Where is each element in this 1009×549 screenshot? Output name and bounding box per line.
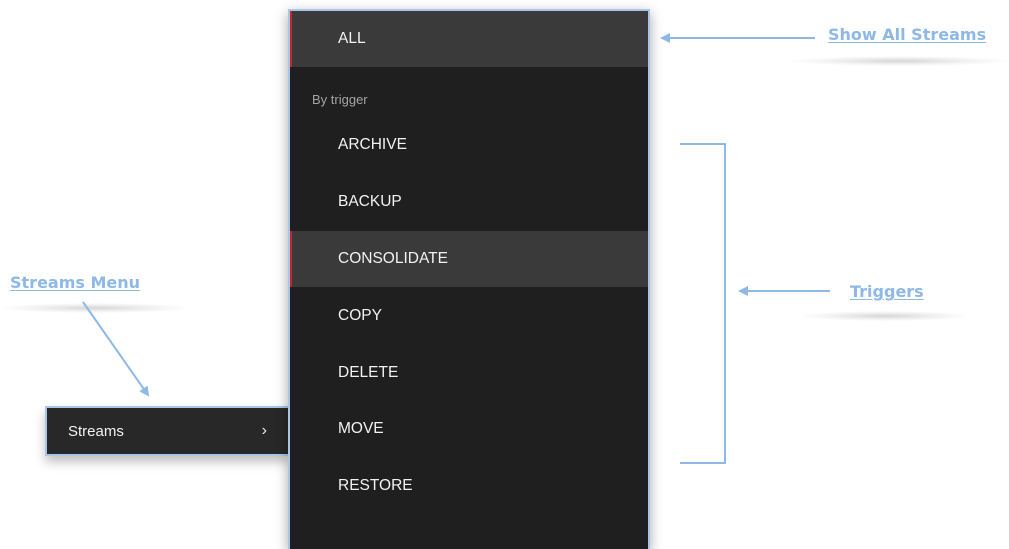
stream-item-label: ALL — [338, 30, 366, 47]
trigger-item-label: DELETE — [338, 364, 399, 381]
trigger-item-delete[interactable]: DELETE — [290, 345, 648, 401]
section-heading-by-trigger: By trigger — [312, 92, 368, 107]
bracket-triggers — [680, 143, 726, 464]
trigger-item-label: RESTORE — [338, 477, 413, 494]
trigger-item-restore[interactable]: RESTORE — [290, 458, 648, 514]
trigger-item-label: MOVE — [338, 420, 384, 437]
annotation-streams-menu: Streams Menu — [10, 273, 141, 292]
annotation-shadow — [790, 56, 1009, 66]
chevron-right-icon: › — [261, 422, 267, 439]
trigger-item-backup[interactable]: BACKUP — [290, 174, 648, 230]
trigger-item-label: COPY — [338, 307, 382, 324]
annotation-shadow — [800, 311, 970, 321]
trigger-item-label: ARCHIVE — [338, 136, 407, 153]
streams-dropdown-panel: ALL By trigger ARCHIVE BACKUP CONSOLIDAT… — [288, 9, 650, 549]
trigger-item-copy[interactable]: COPY — [290, 288, 648, 344]
trigger-item-label: CONSOLIDATE — [338, 250, 448, 267]
trigger-item-label: BACKUP — [338, 193, 402, 210]
annotation-show-all-streams: Show All Streams — [828, 25, 987, 44]
trigger-item-archive[interactable]: ARCHIVE — [290, 117, 648, 173]
trigger-item-consolidate[interactable]: CONSOLIDATE — [290, 231, 648, 287]
stream-item-all[interactable]: ALL — [290, 11, 648, 67]
streams-menu-label: Streams — [68, 422, 124, 440]
annotation-shadow — [0, 303, 190, 313]
annotation-triggers: Triggers — [850, 282, 924, 301]
trigger-item-move[interactable]: MOVE — [290, 401, 648, 457]
arrow-streams-menu — [82, 301, 150, 397]
streams-menu-item[interactable]: Streams › — [45, 406, 289, 456]
